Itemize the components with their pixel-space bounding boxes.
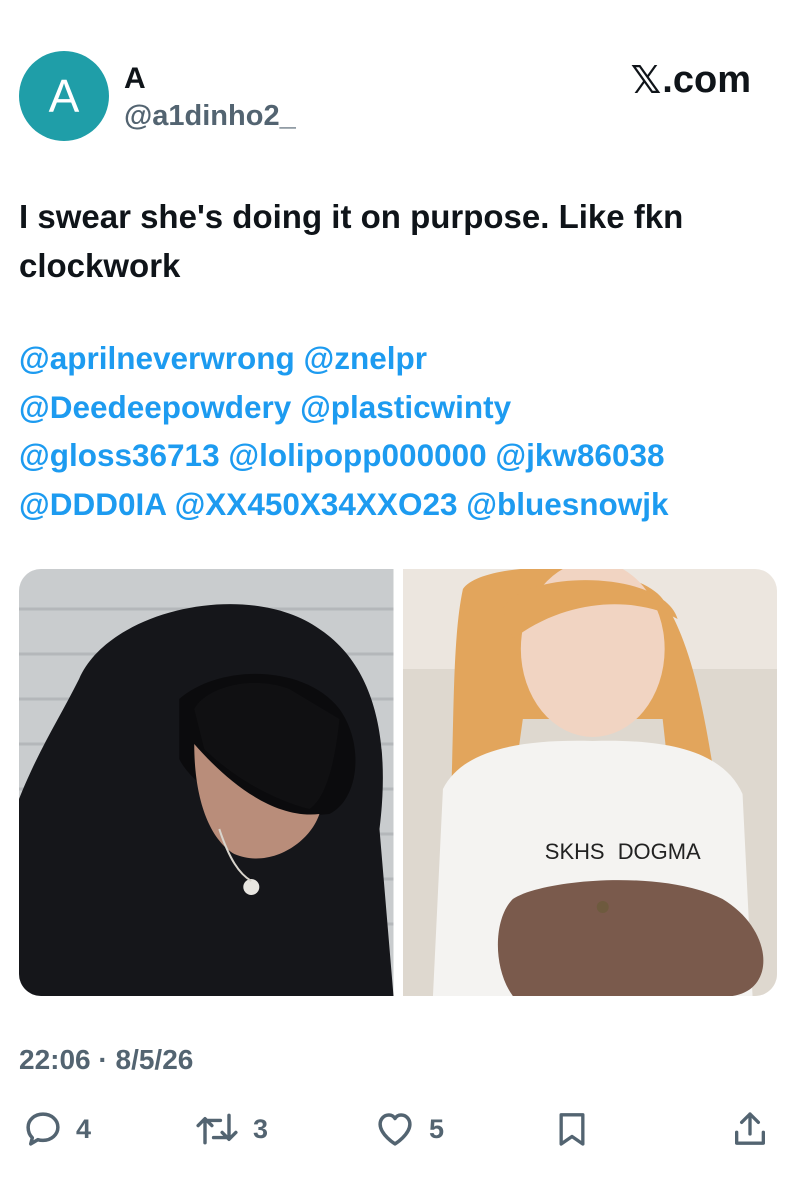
mention-link[interactable]: @jkw86038: [495, 437, 664, 473]
reply-icon: [26, 1112, 60, 1146]
brand-text: .com: [662, 58, 751, 101]
heart-icon: [378, 1113, 412, 1146]
reply-count: 4: [76, 1113, 92, 1144]
mention-link[interactable]: @gloss36713: [19, 437, 220, 473]
author-handle[interactable]: @a1dinho2_: [124, 100, 296, 133]
bookmark-button[interactable]: [552, 1108, 592, 1150]
author-display-name[interactable]: A: [124, 62, 146, 96]
svg-text:SKHS: SKHS: [544, 839, 604, 864]
photo-left[interactable]: [19, 569, 394, 996]
mention-link[interactable]: @bluesnowjk: [466, 486, 668, 522]
mention-link[interactable]: @aprilneverwrong: [19, 340, 295, 376]
person-photo-icon: [19, 569, 394, 996]
x-brand-logo: 𝕏 .com: [631, 58, 751, 102]
reply-button[interactable]: 4: [22, 1108, 91, 1150]
like-button[interactable]: 5: [373, 1108, 444, 1150]
like-count: 5: [429, 1113, 445, 1144]
mention-link[interactable]: @znelpr: [304, 340, 427, 376]
share-icon: [735, 1112, 765, 1145]
bookmark-icon: [559, 1113, 585, 1146]
action-bar: 4 3 5: [0, 1108, 795, 1158]
share-button[interactable]: [730, 1108, 770, 1150]
mention-link[interactable]: @XX450X34XXO23: [175, 486, 458, 522]
person-photo-icon: SKHS DOGMA: [402, 569, 777, 996]
photo-right[interactable]: SKHS DOGMA: [402, 569, 777, 996]
avatar-initial: A: [48, 70, 80, 122]
mention-link[interactable]: @Deedeepowdery: [19, 389, 291, 425]
avatar[interactable]: A: [19, 51, 109, 141]
x-logo-icon: 𝕏: [630, 58, 662, 102]
svg-text:DOGMA: DOGMA: [617, 839, 700, 864]
tweet-timestamp[interactable]: 22:06 · 8/5/26: [19, 1044, 193, 1076]
mention-link[interactable]: @plasticwinty: [300, 389, 511, 425]
mention-list: @aprilneverwrong @znelpr @Deedeepowdery …: [19, 334, 789, 528]
media-grid: SKHS DOGMA: [19, 569, 777, 996]
retweet-count: 3: [253, 1113, 269, 1144]
mention-link[interactable]: @DDD0IA: [19, 486, 166, 522]
retweet-button[interactable]: 3: [193, 1108, 268, 1150]
mention-link[interactable]: @lolipopp000000: [228, 437, 486, 473]
retweet-icon: [196, 1113, 238, 1145]
tweet-text: I swear she's doing it on purpose. Like …: [19, 198, 684, 284]
